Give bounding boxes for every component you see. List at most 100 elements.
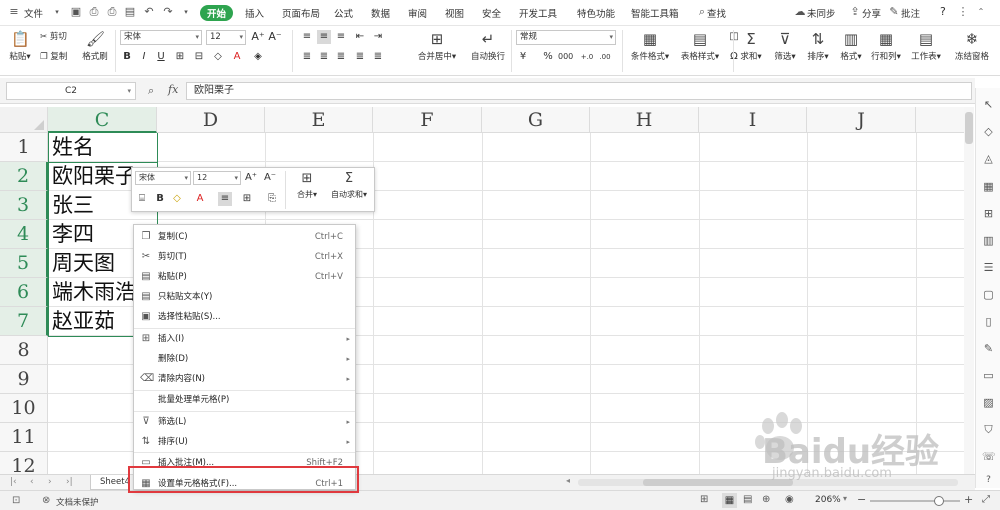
increase-font-icon[interactable]: A⁺ bbox=[251, 30, 265, 44]
scroll-left-icon[interactable]: ◂ bbox=[566, 476, 570, 485]
hamburger-icon[interactable]: ≡ bbox=[8, 6, 20, 18]
column-header-i[interactable]: I bbox=[699, 107, 807, 133]
align-top-icon[interactable]: ≡ bbox=[300, 30, 314, 44]
thousands-icon[interactable]: 000 bbox=[558, 50, 573, 64]
document-icon[interactable]: ▢ bbox=[982, 288, 995, 301]
row-header-10[interactable]: 10 bbox=[0, 394, 48, 423]
quick-access-chevron-icon[interactable]: ▾ bbox=[180, 6, 192, 18]
row-header-11[interactable]: 11 bbox=[0, 423, 48, 452]
menu-item-paste[interactable]: ▤ 粘贴(P) Ctrl+V bbox=[134, 267, 355, 287]
macro-icon[interactable]: ⊡ bbox=[12, 495, 20, 506]
prev-sheet-icon[interactable]: ‹ bbox=[30, 477, 34, 487]
comment-button[interactable]: 批注 bbox=[901, 6, 920, 20]
font-color-icon[interactable]: A bbox=[230, 50, 244, 64]
worksheet-button[interactable]: ▤ 工作表▾ bbox=[908, 30, 944, 62]
menu-item-cut[interactable]: ✂ 剪切(T) Ctrl+X bbox=[134, 247, 355, 267]
edit-icon[interactable]: ✎ bbox=[982, 342, 995, 355]
fullscreen-icon[interactable]: ⤢ bbox=[982, 494, 990, 505]
mini-font-size-select[interactable]: 12 ▾ bbox=[193, 171, 241, 185]
normal-view-icon[interactable]: ▦ bbox=[722, 493, 737, 508]
auto-wrap-button[interactable]: ↵ 自动换行 bbox=[466, 30, 510, 62]
mini-autosum-button[interactable]: Σ 自动求和▾ bbox=[325, 171, 373, 200]
indent-left-icon[interactable]: ⇤ bbox=[353, 30, 367, 44]
shield-icon[interactable]: ⛉ bbox=[982, 423, 995, 436]
sort-button[interactable]: ⇅ 排序▾ bbox=[803, 30, 833, 62]
name-box[interactable]: C2 ▾ bbox=[6, 82, 136, 100]
column-header-d[interactable]: D bbox=[157, 107, 265, 133]
sheet-tab[interactable]: Sheet4 bbox=[90, 475, 130, 490]
format-button[interactable]: ▥ 格式▾ bbox=[836, 30, 866, 62]
next-sheet-icon[interactable]: › bbox=[48, 477, 52, 487]
export-pdf-icon[interactable]: ▤ bbox=[124, 6, 136, 18]
merge-center-button[interactable]: ⊞ 合并居中▾ bbox=[415, 30, 459, 62]
align-middle-icon[interactable]: ≡ bbox=[317, 30, 331, 44]
file-menu[interactable]: 文件 bbox=[24, 6, 43, 20]
row-col-button[interactable]: ▦ 行和列▾ bbox=[868, 30, 904, 62]
currency-icon[interactable]: ¥ bbox=[516, 50, 530, 64]
mini-format-painter-icon[interactable]: ⌸ bbox=[135, 192, 149, 206]
decrease-decimal-icon[interactable]: .00 bbox=[598, 50, 612, 64]
zoom-level[interactable]: 206% bbox=[815, 495, 841, 505]
cursor-icon[interactable]: ↖ bbox=[982, 98, 995, 111]
clear-format-icon[interactable]: ◈ bbox=[251, 50, 265, 64]
column-header-g[interactable]: G bbox=[482, 107, 590, 133]
eye-care-icon[interactable]: ⊞ bbox=[700, 494, 708, 505]
cloud-sync-icon[interactable]: ☁ bbox=[794, 6, 806, 18]
box-icon[interactable]: ▭ bbox=[982, 369, 995, 382]
list-icon[interactable]: ☰ bbox=[982, 261, 995, 274]
style-icon[interactable]: ◬ bbox=[982, 152, 995, 165]
sum-button[interactable]: Σ 求和▾ bbox=[737, 30, 765, 62]
tab-security[interactable]: 安全 bbox=[482, 6, 501, 20]
align-left-icon[interactable]: ≣ bbox=[300, 50, 314, 64]
shapes-icon[interactable]: ◇ bbox=[982, 125, 995, 138]
format-painter-button[interactable]: 🖌 格式刷 bbox=[80, 30, 110, 62]
chevron-down-icon[interactable]: ▾ bbox=[51, 6, 63, 18]
scrollbar-thumb[interactable] bbox=[965, 112, 973, 144]
column-header-h[interactable]: H bbox=[590, 107, 699, 133]
distribute-icon[interactable]: ≣ bbox=[371, 50, 385, 64]
fill-color-icon[interactable]: ◇ bbox=[211, 50, 225, 64]
row-header-5[interactable]: 5 bbox=[0, 249, 48, 278]
conditional-format-button[interactable]: ▦ 条件格式▾ bbox=[628, 30, 672, 62]
menu-item-sort[interactable]: ⇅ 排序(U) ▸ bbox=[134, 432, 355, 452]
undo-icon[interactable]: ↶ bbox=[143, 6, 155, 18]
mini-clear-icon[interactable]: ⎘ bbox=[265, 192, 279, 206]
mini-increase-font-icon[interactable]: A⁺ bbox=[244, 171, 258, 185]
table-style-button[interactable]: ▤ 表格样式▾ bbox=[678, 30, 722, 62]
row-header-4[interactable]: 4 bbox=[0, 220, 48, 249]
mini-align-icon[interactable]: ≡ bbox=[218, 192, 232, 206]
align-center-icon[interactable]: ≣ bbox=[317, 50, 331, 64]
widgets-icon[interactable]: ⊞ bbox=[982, 207, 995, 220]
menu-item-copy[interactable]: ❐ 复制(C) Ctrl+C bbox=[134, 227, 355, 247]
print-preview-icon[interactable]: ⎙ bbox=[88, 6, 100, 18]
menu-item-paste-special[interactable]: ▣ 选择性粘贴(S)... bbox=[134, 307, 355, 327]
share-button[interactable]: 分享 bbox=[862, 6, 881, 20]
collapse-ribbon-icon[interactable]: ⌃ bbox=[975, 6, 987, 18]
table-icon[interactable]: ▦ bbox=[982, 180, 995, 193]
mini-decrease-font-icon[interactable]: A⁻ bbox=[263, 171, 277, 185]
zoom-magnifier-icon[interactable]: ⌕ bbox=[148, 84, 154, 98]
document-protection-status[interactable]: 文档未保护 bbox=[56, 496, 99, 508]
search-label[interactable]: 查找 bbox=[707, 6, 726, 20]
tab-page-layout[interactable]: 页面布局 bbox=[282, 6, 320, 20]
share-icon[interactable]: ⇪ bbox=[849, 6, 861, 18]
row-header-6[interactable]: 6 bbox=[0, 278, 48, 307]
formula-input[interactable]: 欧阳栗子 bbox=[186, 82, 972, 100]
justify-icon[interactable]: ≣ bbox=[353, 50, 367, 64]
mini-border-icon[interactable]: ⊞ bbox=[240, 192, 254, 206]
tab-smart-toolbox[interactable]: 智能工具箱 bbox=[631, 6, 679, 20]
help-button[interactable]: ? bbox=[940, 5, 946, 18]
merge-icon[interactable]: ⊟ bbox=[192, 50, 206, 64]
menu-item-batch-process[interactable]: 批量处理单元格(P) bbox=[134, 390, 355, 410]
row-header-8[interactable]: 8 bbox=[0, 336, 48, 365]
row-header-1[interactable]: 1 bbox=[0, 133, 48, 162]
column-header-e[interactable]: E bbox=[265, 107, 373, 133]
menu-item-insert[interactable]: ⊞ 插入(I) ▸ bbox=[134, 329, 355, 349]
column-header-f[interactable]: F bbox=[373, 107, 482, 133]
zoom-slider-handle[interactable] bbox=[934, 496, 944, 506]
copy-button[interactable]: ❐ 复制 bbox=[40, 50, 67, 62]
paste-button[interactable]: 📋 粘贴▾ bbox=[6, 30, 34, 62]
mini-merge-button[interactable]: ⊞ 合并▾ bbox=[292, 171, 322, 200]
row-header-9[interactable]: 9 bbox=[0, 365, 48, 394]
menu-item-filter[interactable]: ⊽ 筛选(L) ▸ bbox=[134, 412, 355, 432]
